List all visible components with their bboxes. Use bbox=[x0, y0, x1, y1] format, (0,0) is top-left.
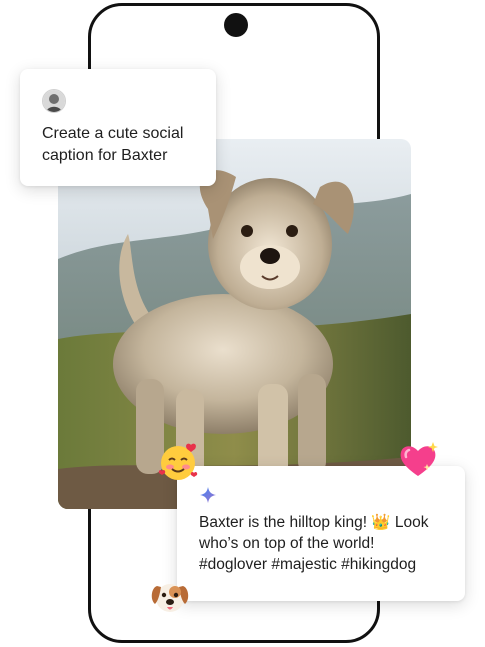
prompt-card: Create a cute social caption for Baxter bbox=[20, 69, 216, 186]
reply-text: Baxter is the hilltop king! 👑 Look who’s… bbox=[199, 514, 429, 573]
front-camera bbox=[224, 13, 248, 37]
dog-photo bbox=[58, 139, 411, 509]
gemini-sparkle-icon bbox=[199, 486, 217, 504]
smiling-hearts-emoji bbox=[157, 441, 199, 488]
dog-face-emoji bbox=[149, 576, 191, 621]
user-avatar-icon bbox=[42, 89, 66, 113]
prompt-text: Create a cute social caption for Baxter bbox=[42, 125, 184, 164]
sparkling-heart-emoji bbox=[397, 440, 439, 485]
reply-card: Baxter is the hilltop king! 👑 Look who’s… bbox=[177, 466, 465, 601]
